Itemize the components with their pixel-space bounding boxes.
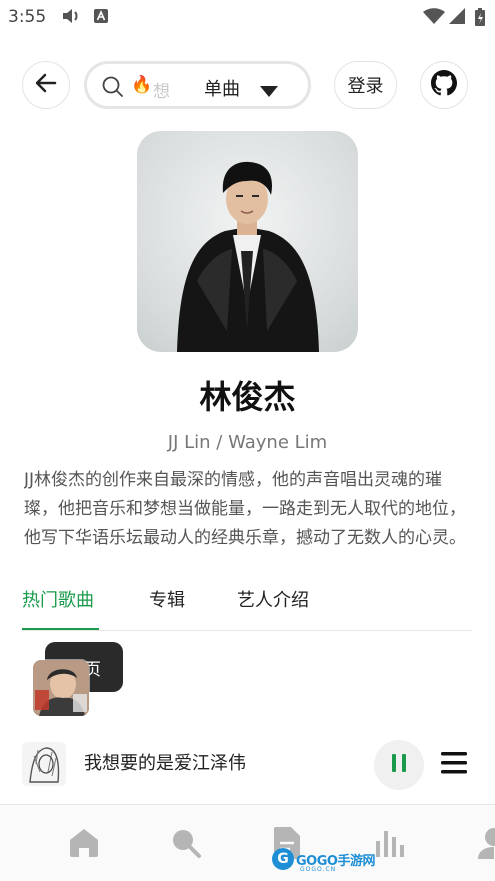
search-bar[interactable]: 🔥 想听 单曲 <box>84 61 311 109</box>
status-time: 3:55 <box>8 7 47 27</box>
artist-name: 林俊杰 <box>199 378 296 416</box>
search-type-select[interactable]: 单曲 <box>204 75 240 101</box>
search-nav-icon[interactable] <box>170 827 202 863</box>
login-button[interactable]: 登录 <box>334 61 397 109</box>
signal-icon <box>449 8 465 28</box>
floating-album-thumbnail[interactable] <box>33 660 89 716</box>
artist-photo <box>137 131 358 352</box>
volume-icon <box>62 8 80 28</box>
arrow-left-icon <box>35 73 57 97</box>
pause-button[interactable] <box>374 740 424 790</box>
search-placeholder[interactable]: 想听 <box>153 77 171 102</box>
now-playing-title[interactable]: 我想要的是爱江泽伟 <box>84 749 246 775</box>
home-icon[interactable] <box>68 827 100 861</box>
battery-icon <box>475 8 485 30</box>
pause-icon <box>392 754 406 776</box>
mini-player[interactable]: 我想要的是爱江泽伟 <box>0 736 495 796</box>
search-icon <box>102 76 124 102</box>
fire-emoji: 🔥 <box>131 75 153 95</box>
artist-bio[interactable]: JJ林俊杰的创作来自最深的情感，他的声音唱出灵魂的璀璨，他把音乐和梦想当做能量，… <box>24 466 470 553</box>
user-icon[interactable] <box>478 827 495 863</box>
github-button[interactable] <box>420 61 468 109</box>
tabs-divider <box>22 630 472 631</box>
bottom-navigation <box>0 804 495 881</box>
watermark-domain: GOGO.CN <box>300 866 337 873</box>
now-playing-cover[interactable] <box>22 742 66 786</box>
tab-albums[interactable]: 专辑 <box>149 586 185 612</box>
tab-hot-songs[interactable]: 热门歌曲 <box>22 586 94 612</box>
status-bar: 3:55 <box>0 0 495 36</box>
tab-artist-intro[interactable]: 艺人介绍 <box>237 586 309 612</box>
artist-tabs: 热门歌曲 专辑 艺人介绍 <box>0 586 495 632</box>
gogo-logo-icon: G <box>272 848 294 870</box>
wifi-icon <box>423 8 445 28</box>
chart-bars-icon[interactable] <box>374 827 406 861</box>
chevron-down-icon[interactable] <box>260 82 278 101</box>
back-button[interactable] <box>22 61 70 109</box>
artist-english-name: JJ Lin / Wayne Lim <box>167 432 328 453</box>
playlist-menu-icon[interactable] <box>441 752 467 778</box>
notification-a-icon <box>94 8 108 27</box>
github-icon <box>431 70 457 100</box>
watermark-logo: G GOGO手游网 GOGO.CN <box>272 846 375 873</box>
